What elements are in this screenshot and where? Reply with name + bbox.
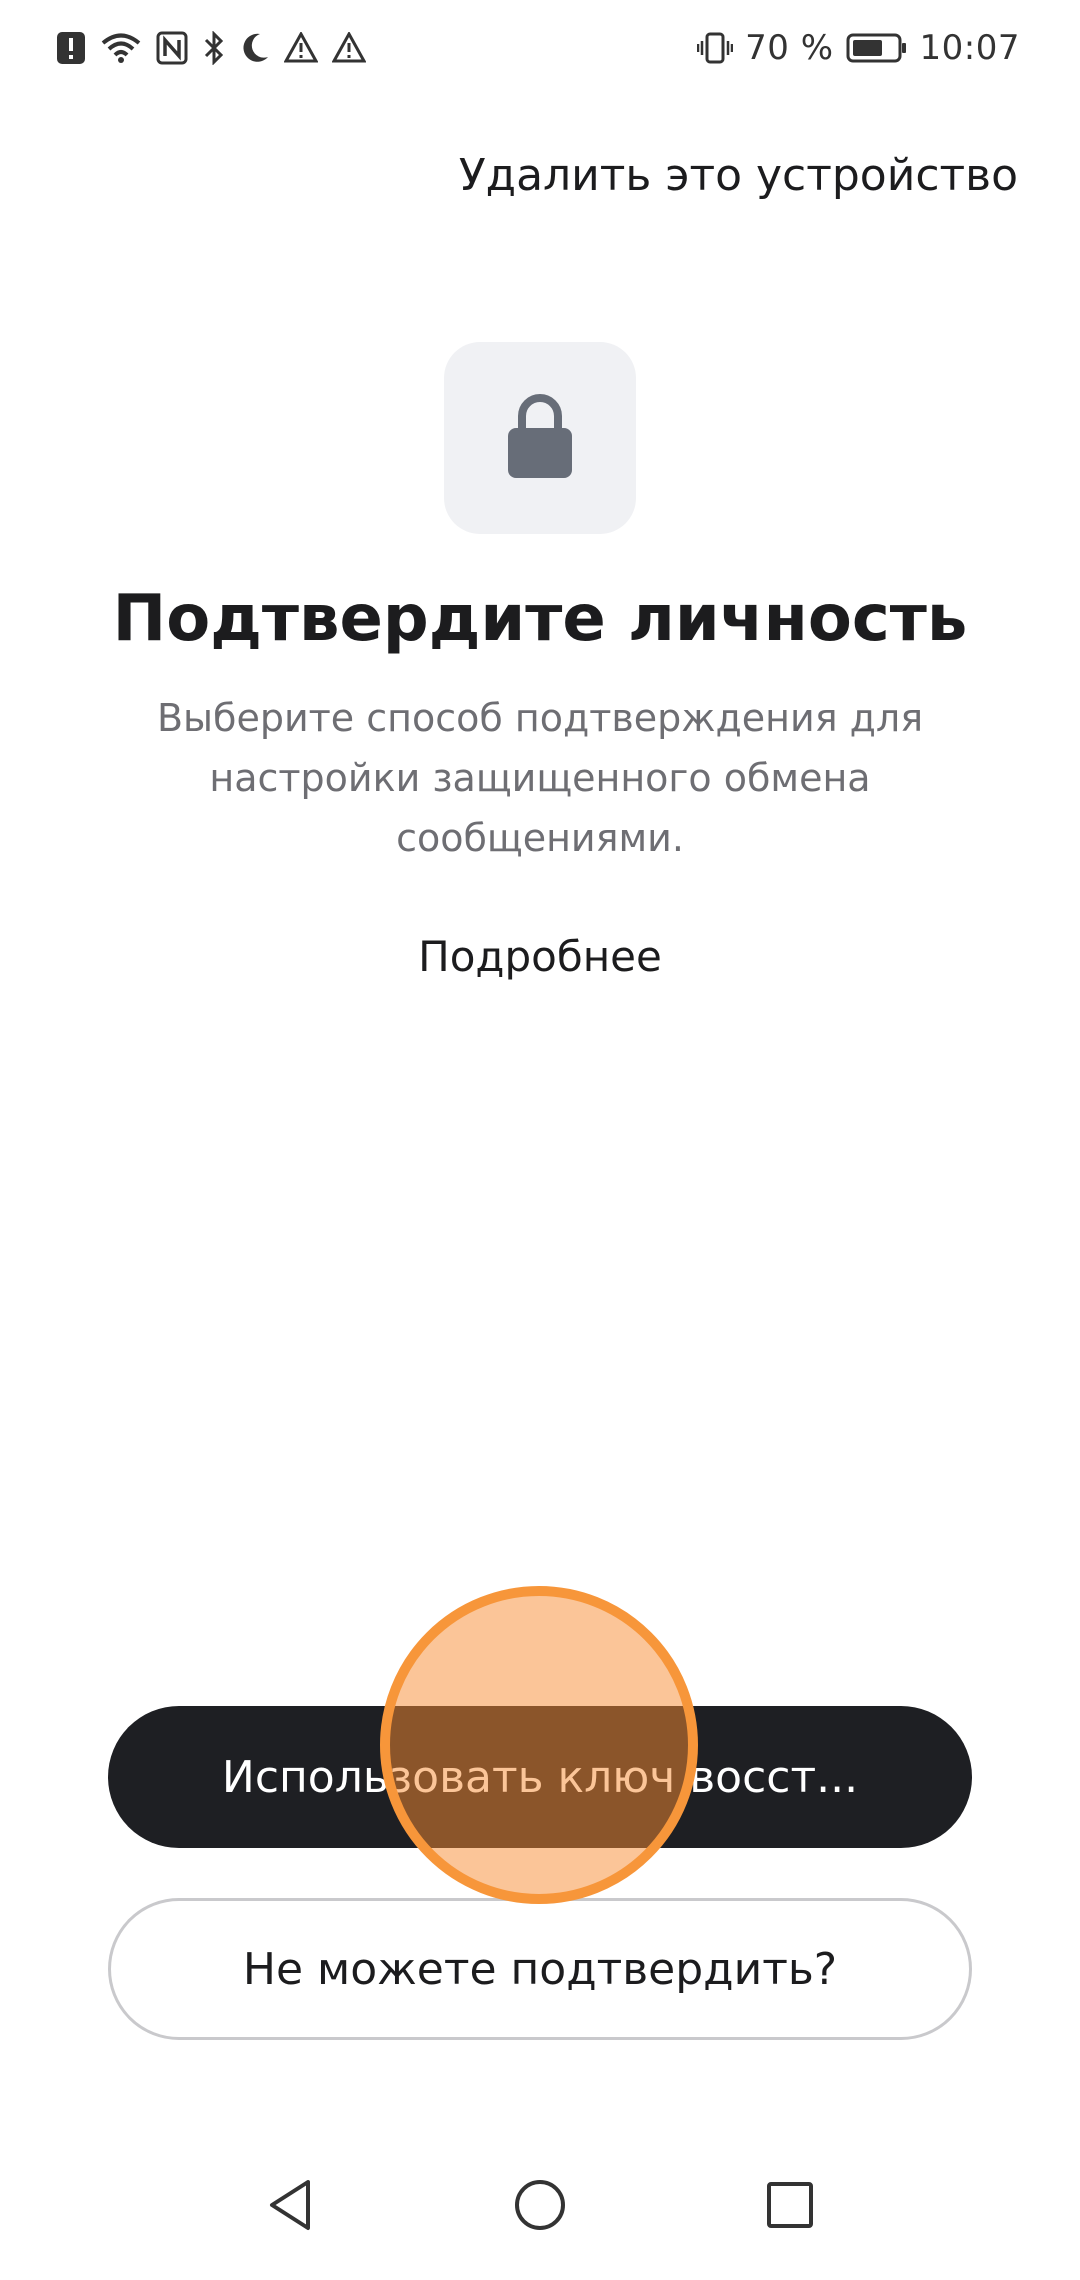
- use-recovery-key-button[interactable]: Использовать ключ восст...: [108, 1706, 972, 1848]
- moon-icon: [240, 31, 270, 65]
- learn-more-wrapper: Подробнее: [0, 932, 1080, 981]
- clock: 10:07: [919, 28, 1020, 68]
- status-icons-left: [56, 31, 366, 65]
- warning-icon: [284, 32, 318, 64]
- page-subtitle: Выберите способ подтверждения для настро…: [156, 696, 924, 860]
- warning-icon: [332, 32, 366, 64]
- lock-tile: [444, 342, 636, 534]
- screen: 70 % 10:07 Удалить это устройство Подтве…: [0, 0, 1080, 2280]
- navigation-bar: [0, 2130, 1080, 2280]
- cannot-verify-button[interactable]: Не можете подтвердить?: [108, 1898, 972, 2040]
- back-icon[interactable]: [250, 2165, 330, 2245]
- status-icons-right: 70 % 10:07: [697, 28, 1020, 68]
- home-icon[interactable]: [500, 2165, 580, 2245]
- remove-device-link[interactable]: Удалить это устройство: [459, 150, 1018, 201]
- recents-icon[interactable]: [750, 2165, 830, 2245]
- bluetooth-icon: [202, 31, 226, 65]
- nfc-icon: [156, 31, 188, 65]
- lock-icon: [507, 392, 573, 484]
- vibrate-icon: [697, 31, 734, 65]
- battery-percent: 70 %: [745, 28, 834, 68]
- wifi-icon: [100, 31, 142, 65]
- learn-more-link[interactable]: Подробнее: [418, 932, 662, 981]
- page-title: Подтвердите личность: [112, 582, 968, 656]
- alert-icon: [56, 31, 86, 65]
- battery-icon: [846, 32, 908, 64]
- status-bar: 70 % 10:07: [0, 0, 1080, 96]
